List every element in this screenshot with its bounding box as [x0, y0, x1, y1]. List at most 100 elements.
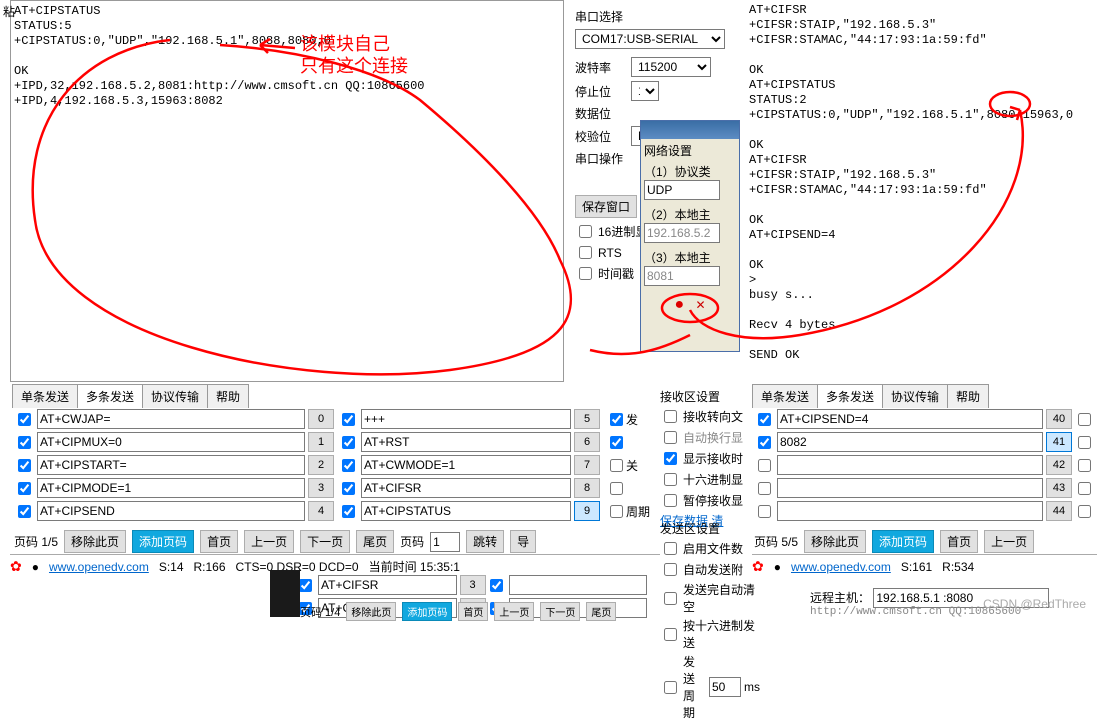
show-recv-time-checkbox[interactable]: [664, 452, 677, 465]
page-num-input[interactable]: [430, 532, 460, 552]
hex-recv-checkbox[interactable]: [664, 473, 677, 486]
send-row-input-r[interactable]: [777, 409, 1043, 429]
send-row-num[interactable]: 9: [574, 501, 600, 521]
send-row-checkbox[interactable]: [342, 505, 355, 518]
send-row-num-r[interactable]: 41: [1046, 432, 1072, 452]
stop-select[interactable]: 1: [631, 81, 659, 101]
send-row-tail-checkbox[interactable]: [1078, 505, 1091, 518]
remove-page-button[interactable]: 移除此页: [64, 530, 126, 553]
send-row-checkbox[interactable]: [342, 459, 355, 472]
tab-multi-send-r[interactable]: 多条发送: [817, 384, 883, 408]
send-period-checkbox[interactable]: [664, 681, 677, 694]
send-row-checkbox-r[interactable]: [758, 505, 771, 518]
tab-multi-send[interactable]: 多条发送: [77, 384, 143, 408]
timestamp-checkbox[interactable]: [579, 267, 592, 280]
send-row-checkbox-r[interactable]: [758, 459, 771, 472]
send-row-num[interactable]: 7: [574, 455, 600, 475]
send-row-checkbox[interactable]: [342, 436, 355, 449]
send-row-checkbox[interactable]: [18, 413, 31, 426]
tab-help-r[interactable]: 帮助: [947, 384, 989, 408]
send-row-tail-checkbox[interactable]: [1078, 482, 1091, 495]
tab-single-send[interactable]: 单条发送: [12, 384, 78, 408]
send-row-checkbox[interactable]: [18, 505, 31, 518]
period-ms-input[interactable]: [709, 677, 741, 697]
send-row-num[interactable]: 6: [574, 432, 600, 452]
back-row-input-3[interactable]: [318, 575, 457, 595]
send-row-tail-checkbox[interactable]: [1078, 413, 1091, 426]
extra-checkbox[interactable]: [610, 436, 623, 449]
send-row-num[interactable]: 5: [574, 409, 600, 429]
send-row-input[interactable]: [361, 409, 571, 429]
proto-input[interactable]: [644, 180, 720, 200]
extra-checkbox[interactable]: [610, 505, 623, 518]
send-row-input[interactable]: [37, 455, 305, 475]
send-row-input[interactable]: [37, 478, 305, 498]
back-row-chk[interactable]: [299, 579, 312, 592]
auto-send-append-checkbox[interactable]: [664, 563, 677, 576]
send-row-input[interactable]: [361, 432, 571, 452]
gear-icon[interactable]: ✿: [10, 558, 22, 575]
auto-wrap-checkbox[interactable]: [664, 431, 677, 444]
send-row-num-r[interactable]: 42: [1046, 455, 1072, 475]
gear-icon-r[interactable]: ✿: [752, 558, 764, 575]
send-row-input[interactable]: [361, 501, 571, 521]
extra-checkbox[interactable]: [610, 459, 623, 472]
remove-page-button-r[interactable]: 移除此页: [804, 530, 866, 553]
tab-help[interactable]: 帮助: [207, 384, 249, 408]
send-row-input[interactable]: [361, 455, 571, 475]
add-page-button[interactable]: 添加页码: [132, 530, 194, 553]
serial-port-select[interactable]: COM17:USB-SERIAL: [575, 29, 725, 49]
send-row-input-r[interactable]: [777, 455, 1043, 475]
enable-file-checkbox[interactable]: [664, 542, 677, 555]
tab-protocol-r[interactable]: 协议传输: [882, 384, 948, 408]
send-row-num-r[interactable]: 40: [1046, 409, 1072, 429]
send-row-input[interactable]: [37, 432, 305, 452]
hex-send-checkbox[interactable]: [664, 628, 677, 641]
add-page-button-r[interactable]: 添加页码: [872, 530, 934, 553]
send-row-num[interactable]: 4: [308, 501, 334, 521]
jump-button[interactable]: 跳转: [466, 530, 504, 553]
close-icon[interactable]: ✕: [695, 298, 705, 312]
record-icon[interactable]: ●: [674, 296, 684, 313]
pause-recv-checkbox[interactable]: [664, 494, 677, 507]
send-row-input[interactable]: [361, 478, 571, 498]
send-row-num[interactable]: 8: [574, 478, 600, 498]
send-row-tail-checkbox[interactable]: [1078, 436, 1091, 449]
export-button[interactable]: 导: [510, 530, 536, 553]
send-row-checkbox-r[interactable]: [758, 413, 771, 426]
next-page-button[interactable]: 下一页: [300, 530, 350, 553]
tab-protocol[interactable]: 协议传输: [142, 384, 208, 408]
send-row-tail-checkbox[interactable]: [1078, 459, 1091, 472]
save-window-button[interactable]: 保存窗口: [575, 195, 637, 218]
clear-after-send-checkbox[interactable]: [664, 592, 677, 605]
send-row-num[interactable]: 0: [308, 409, 334, 429]
send-row-input-r[interactable]: [777, 478, 1043, 498]
url-link[interactable]: www.openedv.com: [49, 560, 149, 574]
last-page-button[interactable]: 尾页: [356, 530, 394, 553]
prev-page-button-r[interactable]: 上一页: [984, 530, 1034, 553]
first-page-button-r[interactable]: 首页: [940, 530, 978, 553]
back-row-num-3[interactable]: 3: [460, 575, 486, 595]
send-row-input-r[interactable]: [777, 432, 1043, 452]
send-row-checkbox[interactable]: [18, 436, 31, 449]
send-row-num-r[interactable]: 44: [1046, 501, 1072, 521]
send-row-num[interactable]: 1: [308, 432, 334, 452]
send-row-checkbox[interactable]: [342, 413, 355, 426]
send-row-input[interactable]: [37, 409, 305, 429]
net-dialog-titlebar[interactable]: [641, 121, 739, 139]
baud-select[interactable]: 115200: [631, 57, 711, 77]
tab-single-send-r[interactable]: 单条发送: [752, 384, 818, 408]
url-link-r[interactable]: www.openedv.com: [791, 560, 891, 574]
send-row-input[interactable]: [37, 501, 305, 521]
send-row-checkbox[interactable]: [18, 482, 31, 495]
extra-checkbox[interactable]: [610, 482, 623, 495]
send-row-checkbox[interactable]: [18, 459, 31, 472]
send-row-input-r[interactable]: [777, 501, 1043, 521]
send-row-num[interactable]: 3: [308, 478, 334, 498]
send-row-num-r[interactable]: 43: [1046, 478, 1072, 498]
send-row-checkbox-r[interactable]: [758, 436, 771, 449]
rts-checkbox[interactable]: [579, 246, 592, 259]
send-row-checkbox-r[interactable]: [758, 482, 771, 495]
recv-redirect-checkbox[interactable]: [664, 410, 677, 423]
hex-display-checkbox[interactable]: [579, 225, 592, 238]
